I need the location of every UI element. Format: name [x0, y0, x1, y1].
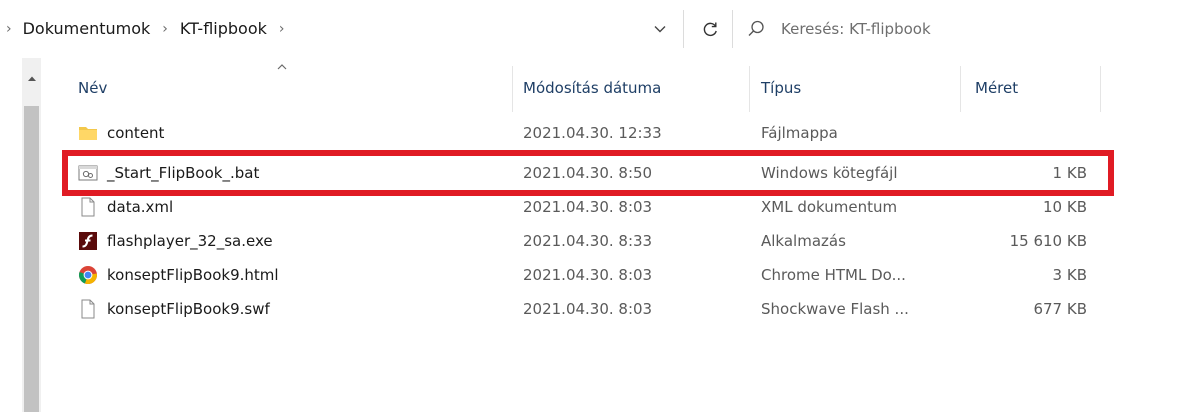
file-name-cell: konseptFlipBook9.swf [78, 294, 270, 324]
file-name-cell: content [78, 118, 164, 148]
file-row-konsept-swf[interactable]: konseptFlipBook9.swf 2021.04.30. 8:03 Sh… [42, 294, 1181, 324]
file-size: 3 KB [1052, 266, 1087, 284]
search-input[interactable] [781, 20, 1161, 38]
refresh-button[interactable] [668, 9, 732, 49]
file-name: data.xml [107, 198, 174, 216]
file-size: 1 KB [1052, 164, 1087, 182]
column-divider[interactable] [1100, 66, 1101, 112]
file-row-content[interactable]: content 2021.04.30. 12:33 Fájlmappa [42, 118, 1181, 148]
breadcrumb-chevron-icon[interactable]: › [279, 21, 285, 37]
batch-file-icon [78, 165, 98, 181]
scrollbar-thumb[interactable] [24, 106, 39, 412]
column-divider[interactable] [512, 66, 513, 112]
file-size: 10 KB [1043, 198, 1087, 216]
file-size: 677 KB [1033, 300, 1087, 318]
scroll-up-button[interactable] [22, 62, 41, 96]
column-header-type[interactable]: Típus [761, 58, 961, 114]
column-divider[interactable] [749, 66, 750, 112]
file-name-cell: _Start_FlipBook_.bat [78, 158, 259, 188]
breadcrumb-chevron-icon[interactable]: › [6, 21, 12, 37]
file-name: konseptFlipBook9.swf [107, 300, 270, 318]
file-modified: 2021.04.30. 8:50 [523, 164, 653, 182]
file-type: Shockwave Flash ... [761, 300, 909, 318]
search-icon [748, 20, 764, 36]
folder-icon [79, 127, 97, 140]
column-header-modified[interactable]: Módosítás dátuma [523, 58, 749, 114]
document-icon [81, 299, 95, 319]
file-modified: 2021.04.30. 12:33 [523, 124, 662, 142]
breadcrumb-item-dokumentumok[interactable]: Dokumentumok [23, 19, 151, 39]
column-header-row: Név Módosítás dátuma Típus Méret [42, 58, 1181, 114]
search-box[interactable] [733, 8, 1181, 50]
address-bar: › Dokumentumok › KT-flipbook › [0, 0, 1181, 58]
refresh-icon [703, 22, 717, 37]
file-modified: 2021.04.30. 8:03 [523, 300, 653, 318]
file-type: Chrome HTML Do... [761, 266, 906, 284]
file-modified: 2021.04.30. 8:33 [523, 232, 653, 250]
file-modified: 2021.04.30. 8:03 [523, 266, 653, 284]
file-name: content [107, 124, 165, 142]
file-size [975, 118, 1087, 148]
file-modified: 2021.04.30. 8:03 [523, 198, 653, 216]
file-type: Windows kötegfájl [761, 164, 898, 182]
flash-icon [79, 232, 97, 250]
chevron-up-icon [27, 76, 36, 81]
column-header-label: Típus [761, 79, 802, 97]
file-size: 15 610 KB [1009, 232, 1087, 250]
chevron-down-icon [654, 26, 666, 33]
column-header-size[interactable]: Méret [975, 58, 1095, 114]
document-icon [81, 197, 95, 217]
file-name: _Start_FlipBook_.bat [107, 164, 260, 182]
file-name: flashplayer_32_sa.exe [107, 232, 273, 250]
breadcrumb-chevron-icon[interactable]: › [162, 21, 168, 37]
column-header-name[interactable]: Név [78, 58, 508, 114]
column-divider[interactable] [960, 66, 961, 112]
file-name-cell: data.xml [78, 192, 173, 222]
breadcrumb-item-kt-flipbook[interactable]: KT-flipbook [180, 19, 267, 39]
column-header-label: Méret [975, 79, 1019, 97]
file-name: konseptFlipBook9.html [107, 266, 279, 284]
file-row-flashplayer-exe[interactable]: flashplayer_32_sa.exe 2021.04.30. 8:33 A… [42, 226, 1181, 256]
file-name-cell: flashplayer_32_sa.exe [78, 226, 273, 256]
file-name-cell: konseptFlipBook9.html [78, 260, 279, 290]
file-type: Alkalmazás [761, 232, 846, 250]
file-type: Fájlmappa [761, 124, 838, 142]
column-header-label: Módosítás dátuma [523, 79, 662, 97]
file-type: XML dokumentum [761, 198, 898, 216]
breadcrumb: › Dokumentumok › KT-flipbook › [0, 0, 640, 58]
file-row-data-xml[interactable]: data.xml 2021.04.30. 8:03 XML dokumentum… [42, 192, 1181, 222]
navigation-pane [0, 58, 42, 412]
chrome-icon [78, 266, 97, 284]
file-row-start-flipbook-bat[interactable]: _Start_FlipBook_.bat 2021.04.30. 8:50 Wi… [42, 158, 1181, 188]
column-header-label: Név [78, 79, 108, 97]
file-row-konsept-html[interactable]: konseptFlipBook9.html 2021.04.30. 8:03 C… [42, 260, 1181, 290]
